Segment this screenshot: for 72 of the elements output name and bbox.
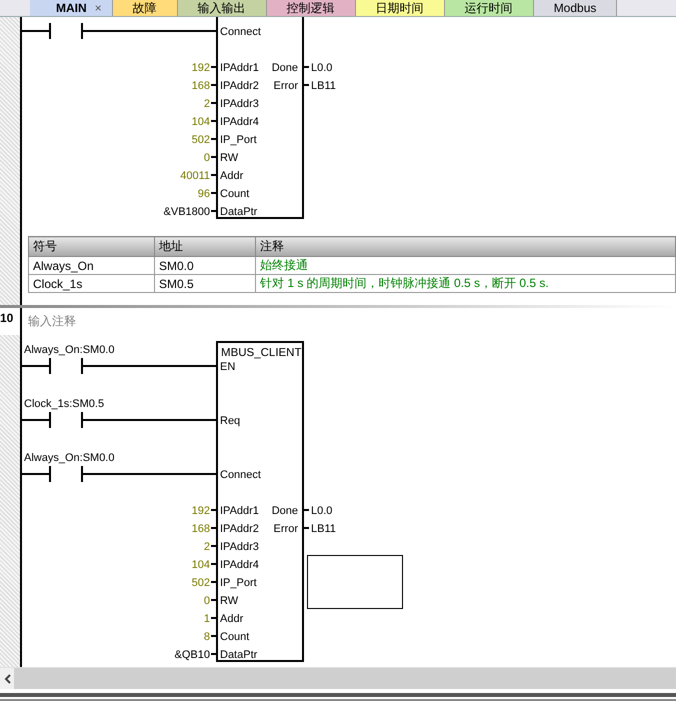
pin-name: Error: [274, 523, 298, 535]
pin-name: IPAddr1: [220, 62, 259, 74]
pin-value: 2: [204, 541, 210, 553]
pin-value: 1: [204, 613, 210, 625]
tab[interactable]: 日期时间: [356, 0, 445, 16]
pin-name: IPAddr2: [220, 80, 259, 92]
tab[interactable]: 运行时间: [444, 0, 534, 16]
pin-value: 502: [192, 134, 210, 146]
table-cell: SM0.0: [154, 256, 256, 274]
pin-name: Connect: [220, 469, 261, 481]
pin-value: L0.0: [311, 505, 332, 517]
pin-name: Addr: [220, 613, 244, 625]
pin-name: IP_Port: [220, 134, 257, 146]
tab[interactable]: 控制逻辑: [266, 0, 356, 16]
pin-value: 168: [192, 523, 210, 535]
pin-name: IPAddr1: [220, 505, 259, 517]
pin-value: 40011: [180, 170, 210, 182]
pin-name: Done: [272, 62, 298, 74]
block-title: MBUS_CLIENT: [221, 347, 302, 359]
pin-value: &QB10: [174, 649, 210, 661]
scroll-left-icon[interactable]: [4, 674, 10, 684]
pin-value: 192: [192, 505, 210, 517]
pin-name: IPAddr3: [220, 541, 259, 553]
contact-label: Clock_1s:SM0.5: [24, 398, 104, 410]
table-cell: SM0.5: [154, 274, 256, 292]
pin-value: 2: [204, 98, 210, 110]
pin-value: LB11: [311, 80, 336, 92]
pin-value: L0.0: [311, 62, 332, 74]
pin-name: Connect: [220, 26, 261, 38]
pin-value: 502: [192, 577, 210, 589]
pin-value: &VB1800: [164, 206, 210, 218]
close-button[interactable]: ×: [94, 1, 102, 15]
pin-name: DataPtr: [220, 649, 258, 661]
tab[interactable]: 故障: [112, 0, 178, 16]
network-comment[interactable]: 输入注释: [22, 308, 676, 335]
pin-value: 8: [204, 631, 210, 643]
contact-label: Always_On:SM0.0: [24, 452, 114, 464]
column-header: 注释: [256, 236, 676, 256]
horizontal-scrollbar[interactable]: [0, 667, 676, 689]
tab[interactable]: MAIN ×: [30, 0, 113, 16]
table-cell: Clock_1s: [28, 274, 154, 292]
pin-name: Addr: [220, 170, 244, 182]
table-cell: Always_On: [28, 256, 154, 274]
pin-value: 104: [192, 559, 210, 571]
pin-name: Error: [274, 80, 298, 92]
tab[interactable]: Modbus: [534, 0, 618, 16]
pin-value: 192: [192, 62, 210, 74]
pin-name: IPAddr4: [220, 559, 259, 571]
tab[interactable]: 输入输出: [178, 0, 267, 16]
pin-name: EN: [220, 361, 236, 373]
pin-value: 168: [192, 80, 210, 92]
pin-name: Done: [272, 505, 298, 517]
pin-name: IP_Port: [220, 577, 257, 589]
pin-name: DataPtr: [220, 206, 258, 218]
pin-value: 96: [198, 188, 210, 200]
pin-name: IPAddr4: [220, 116, 259, 128]
contact-label: Always_On:SM0.0: [24, 344, 114, 356]
pin-value: 104: [192, 116, 210, 128]
pin-value: LB11: [311, 523, 336, 535]
table-cell: 始终接通: [256, 256, 676, 274]
pin-name: RW: [220, 595, 238, 607]
table-cell: 针对 1 s 的周期时间，时钟脉冲接通 0.5 s，断开 0.5 s.: [256, 274, 676, 292]
pin-name: Count: [220, 188, 250, 200]
column-header: 地址: [154, 236, 256, 256]
pin-name: IPAddr2: [220, 523, 259, 535]
pin-name: RW: [220, 152, 238, 164]
pin-name: Count: [220, 631, 250, 643]
pin-name: Req: [220, 415, 240, 427]
pin-value: 0: [204, 152, 210, 164]
pin-value: 0: [204, 595, 210, 607]
pin-name: IPAddr3: [220, 98, 259, 110]
column-header: 符号: [28, 236, 154, 256]
